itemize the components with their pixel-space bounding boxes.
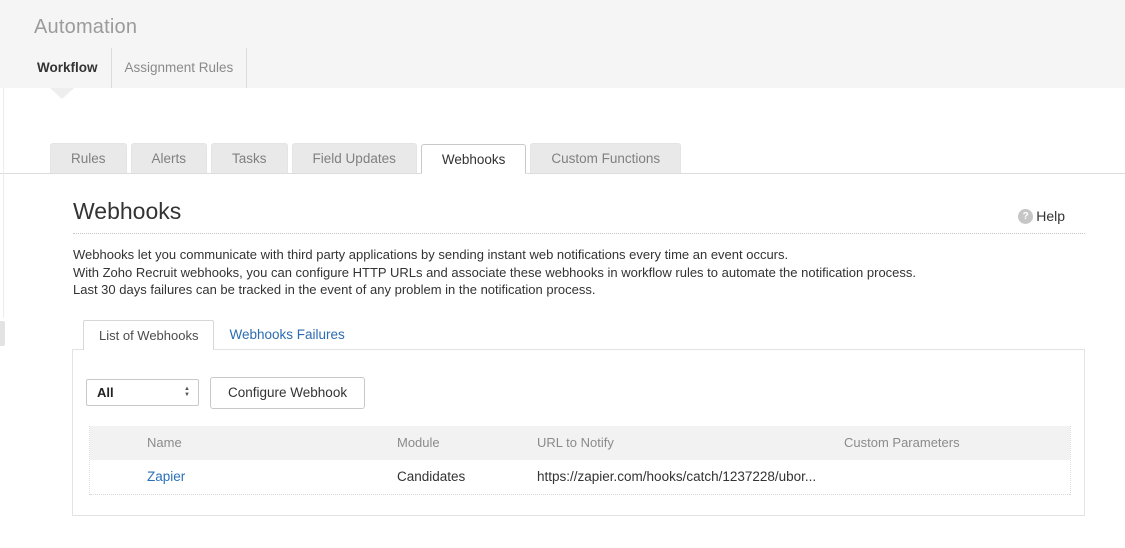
column-header-module: Module [397,435,440,450]
tab-webhooks[interactable]: Webhooks [420,144,527,174]
workflow-tab-bar: Rules Alerts Tasks Field Updates Webhook… [0,143,1125,174]
panel-tab-list-of-webhooks[interactable]: List of Webhooks [83,319,215,350]
description-line: With Zoho Recruit webhooks, you can conf… [73,264,917,280]
webhooks-panel-tab-bar: List of Webhooks Webhooks Failures [83,319,1085,350]
column-header-name: Name [147,435,182,450]
page-head: Webhooks ? Help [73,198,1085,234]
page-section-title: Automation [34,16,138,38]
page-description: Webhooks let you communicate with third … [73,246,1085,299]
webhook-module-value: Candidates [397,469,466,484]
help-question-icon: ? [1018,208,1034,224]
column-header-custom-parameters: Custom Parameters [844,435,960,450]
module-filter-select[interactable]: All ▲ ▼ [86,379,199,406]
tab-tasks[interactable]: Tasks [211,143,288,173]
webhooks-table: Name Module URL to Notify Custom Paramet… [89,425,1071,495]
tab-rules[interactable]: Rules [50,143,127,173]
webhook-url-value: https://zapier.com/hooks/catch/1237228/u… [537,469,817,484]
left-edge-notch [0,321,5,346]
main-content: Webhooks ? Help Webhooks let you communi… [0,198,1125,516]
header-tab-workflow[interactable]: Workflow [24,48,112,88]
left-edge-divider [3,88,4,318]
tab-custom-functions[interactable]: Custom Functions [530,143,682,173]
webhook-name-link[interactable]: Zapier [90,469,382,484]
page-title: Webhooks [73,198,182,224]
table-row: Zapier Candidates https://zapier.com/hoo… [90,459,1070,495]
webhooks-list-box: All ▲ ▼ Configure Webhook Name Module UR… [72,348,1085,516]
help-label: Help [1036,208,1065,224]
webhooks-controls: All ▲ ▼ Configure Webhook [86,376,1084,409]
header-tab-assignment-rules[interactable]: Assignment Rules [112,48,248,88]
select-stepper-icon: ▲ ▼ [184,386,190,398]
column-header-url-to-notify: URL to Notify [537,435,614,450]
header-tab-bar: Workflow Assignment Rules [24,48,248,88]
webhooks-panel: List of Webhooks Webhooks Failures All ▲… [72,319,1085,516]
module-filter-value: All [97,385,114,400]
webhooks-table-header: Name Module URL to Notify Custom Paramet… [90,425,1070,460]
configure-webhook-button[interactable]: Configure Webhook [210,376,366,409]
tab-alerts[interactable]: Alerts [130,143,208,173]
active-tab-caret [50,88,74,99]
description-line: Webhooks let you communicate with third … [73,247,789,262]
panel-tab-webhooks-failures[interactable]: Webhooks Failures [214,320,359,349]
description-line: Last 30 days failures can be tracked in … [73,282,596,297]
tab-field-updates[interactable]: Field Updates [291,143,417,173]
app-header: Automation Workflow Assignment Rules [0,0,1125,88]
help-link[interactable]: ? Help [1018,208,1065,224]
